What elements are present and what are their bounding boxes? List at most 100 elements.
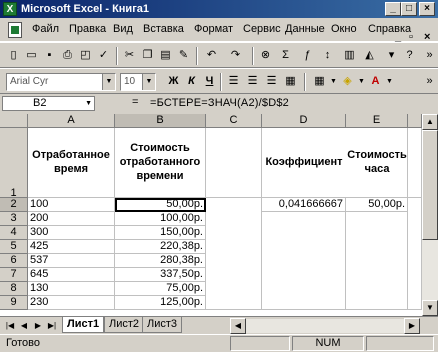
row-header[interactable]: 3 [0,212,28,226]
chevron-down-icon[interactable]: ▼ [354,74,369,89]
cell-b5[interactable]: 220,38р. [115,240,206,254]
close-button[interactable]: × [419,2,435,16]
hyperlink-icon[interactable]: ⊗ [258,48,273,63]
cell-a7[interactable]: 645 [28,268,115,282]
cell-b8[interactable]: 75,00р. [115,282,206,296]
chart-wizard-icon[interactable]: ▥ [342,48,357,63]
menu-file[interactable]: Файл [32,23,59,35]
row-header[interactable]: 7 [0,268,28,282]
column-header[interactable]: D [262,114,346,128]
menu-tools[interactable]: Сервис [243,23,281,35]
paste-icon[interactable]: ▤ [158,48,173,63]
print-icon[interactable]: ⎙ [60,48,75,63]
worksheet-grid[interactable]: A B C D E 1 2 3 4 5 6 7 8 9 Отработанное… [0,114,438,316]
zoom-icon[interactable]: ▾ [384,48,399,63]
sort-icon[interactable]: ↕ [320,48,335,63]
align-right-icon[interactable]: ☰ [264,74,279,89]
select-all-corner[interactable] [0,114,28,128]
vertical-scrollbar[interactable]: ▲ ▼ [422,114,438,316]
scroll-right-icon[interactable]: ▶ [404,318,420,334]
menu-window[interactable]: Окно [331,23,357,35]
merge-center-icon[interactable]: ▦ [283,74,298,89]
sheet-tab-3[interactable]: Лист3 [142,317,183,333]
cell-b1[interactable]: Стоимость отработанного времени [115,128,206,198]
column-header[interactable]: A [28,114,115,128]
help-icon[interactable]: ? [402,48,417,63]
menu-insert[interactable]: Вставка [143,23,184,35]
sheet-tab-1[interactable]: Лист1 [62,317,105,333]
scroll-up-icon[interactable]: ▲ [422,114,438,130]
scroll-left-icon[interactable]: ◀ [230,318,246,334]
font-name-combo[interactable]: Arial Cyr ▼ [6,73,116,91]
drawing-icon[interactable]: ◭ [362,48,377,63]
menu-view[interactable]: Вид [113,23,133,35]
print-preview-icon[interactable]: ◰ [78,48,93,63]
align-center-icon[interactable]: ☰ [245,74,260,89]
copy-icon[interactable]: ❐ [140,48,155,63]
next-sheet-icon[interactable]: ▶ [32,319,44,332]
cell-a8[interactable]: 130 [28,282,115,296]
align-left-icon[interactable]: ☰ [226,74,241,89]
format-painter-icon[interactable]: ✎ [176,48,191,63]
cell-f1[interactable] [408,128,422,198]
horizontal-scrollbar[interactable]: ◀ ▶ [230,318,420,334]
row-header[interactable]: 5 [0,240,28,254]
row-header[interactable]: 1 [0,128,28,199]
formula-equals-icon[interactable]: = [132,96,138,108]
chevron-down-icon[interactable]: ▼ [326,74,341,89]
cell-a4[interactable]: 300 [28,226,115,240]
cell-a5[interactable]: 425 [28,240,115,254]
excel-icon[interactable]: X [3,2,17,16]
cut-icon[interactable]: ✂ [122,48,137,63]
column-e-cells[interactable] [346,212,408,310]
column-d-cells[interactable] [262,212,346,310]
toolbar-more-icon[interactable]: » [422,74,437,89]
cell-b9[interactable]: 125,00р. [115,296,206,310]
column-header[interactable]: B [115,114,206,128]
autosum-icon[interactable]: Σ [278,48,293,63]
row-header[interactable]: 4 [0,226,28,240]
cell-a9[interactable]: 230 [28,296,115,310]
chevron-down-icon[interactable]: ▼ [382,74,397,89]
menu-help[interactable]: Справка [368,23,411,35]
italic-button[interactable]: К [184,74,199,89]
cell-e2[interactable]: 50,00р. [346,198,408,212]
chevron-down-icon[interactable]: ▼ [102,74,115,90]
cell-b3[interactable]: 100,00р. [115,212,206,226]
name-box[interactable]: B2 ▼ [2,96,95,111]
column-header[interactable]: E [346,114,408,128]
undo-icon[interactable]: ↶ [204,48,219,63]
cell-a1[interactable]: Отработанное время [28,128,115,198]
column-c-cells[interactable] [206,198,262,310]
column-f-cells[interactable] [408,198,422,310]
minimize-button[interactable]: _ [385,2,401,16]
new-icon[interactable]: ▯ [6,48,21,63]
scroll-thumb[interactable] [422,130,438,240]
chevron-down-icon[interactable]: ▼ [142,74,155,90]
cell-a2[interactable]: 100 [28,198,115,212]
cell-a3[interactable]: 200 [28,212,115,226]
cell-b7[interactable]: 337,50р. [115,268,206,282]
formula-input[interactable]: =БСТЕРЕ=ЗНАЧ(A2)/$D$2 [150,97,289,109]
save-icon[interactable]: ▪ [42,48,57,63]
bold-button[interactable]: Ж [166,74,181,89]
menu-data[interactable]: Данные [285,23,325,35]
workbook-icon[interactable] [8,22,22,38]
row-header[interactable]: 8 [0,282,28,296]
menu-edit[interactable]: Правка [69,23,106,35]
chevron-down-icon[interactable]: ▼ [85,97,92,110]
fill-color-icon[interactable]: ◈ [340,74,355,89]
toolbar-more-icon[interactable]: » [422,48,437,63]
row-header[interactable]: 2 [0,198,28,212]
column-header[interactable] [408,114,422,128]
cell-b2[interactable]: 50,00р. [115,198,206,212]
column-header[interactable]: C [206,114,262,128]
scroll-down-icon[interactable]: ▼ [422,300,438,316]
underline-button[interactable]: Ч [202,74,217,89]
cell-d1[interactable]: Коэффициент [262,128,346,198]
first-sheet-icon[interactable]: |◀ [4,319,16,332]
redo-icon[interactable]: ↷ [228,48,243,63]
open-icon[interactable]: ▭ [24,48,39,63]
borders-icon[interactable]: ▦ [312,74,327,89]
cell-d2[interactable]: 0,041666667 [262,198,346,212]
